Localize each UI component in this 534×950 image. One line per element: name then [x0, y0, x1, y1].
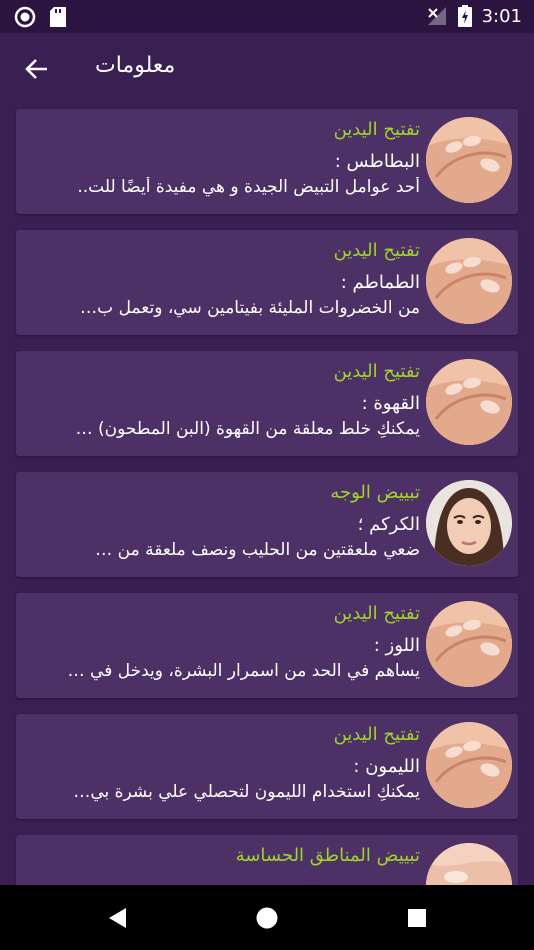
item-category: تفتيح اليدين	[333, 603, 420, 624]
navigation-bar	[0, 885, 534, 950]
hands-image	[426, 722, 512, 808]
recents-square-icon	[408, 909, 426, 927]
item-category: تفتيح اليدين	[333, 361, 420, 382]
hands-image	[426, 601, 512, 687]
item-description: يمكنكِ خلط معلقة من القهوة (البن المطحون…	[75, 419, 420, 439]
item-description: يساهم في الحد من اسمرار البشرة، ويدخل في…	[67, 661, 420, 681]
page-title: معلومات	[95, 53, 176, 78]
circle-notification-icon	[14, 6, 36, 28]
item-text: تبييض الوجه الكركم ؛ ضعي ملعقتين من الحل…	[20, 472, 420, 564]
body-image	[426, 843, 512, 885]
list-item[interactable]: تفتيح اليدين القهوة : يمكنكِ خلط معلقة م…	[16, 351, 518, 456]
item-description: أحد عوامل التبيض الجيدة و هي مفيدة أيضًا…	[77, 177, 420, 197]
item-name	[20, 877, 420, 885]
item-description: يمكنكِ استخدام الليمون لتحصلي علي بشرة ب…	[73, 782, 420, 802]
item-category: تبييض المناطق الحساسة	[235, 845, 420, 866]
home-circle-icon	[256, 907, 278, 929]
list-item[interactable]: تفتيح اليدين اللوز : يساهم في الحد من اس…	[16, 593, 518, 698]
item-category: تفتيح اليدين	[333, 240, 420, 261]
list-item[interactable]: تبييض الوجه الكركم ؛ ضعي ملعقتين من الحل…	[16, 472, 518, 577]
item-text: تفتيح اليدين القهوة : يمكنكِ خلط معلقة م…	[20, 351, 420, 443]
nav-back-button[interactable]	[100, 901, 134, 935]
item-name: البطاطس :	[334, 151, 420, 172]
item-category: تفتيح اليدين	[333, 119, 420, 140]
hands-image	[426, 117, 512, 203]
list-item[interactable]: تفتيح اليدين الليمون : يمكنكِ استخدام ال…	[16, 714, 518, 819]
item-text: تبييض المناطق الحساسة	[20, 835, 420, 885]
back-triangle-icon	[109, 908, 126, 928]
status-right-icons: 3:01	[426, 5, 522, 27]
back-button[interactable]	[18, 51, 54, 87]
sd-card-icon	[50, 7, 66, 27]
item-name: الطماطم :	[340, 272, 420, 293]
item-name: اللوز :	[373, 635, 420, 656]
item-text: تفتيح اليدين اللوز : يساهم في الحد من اس…	[20, 593, 420, 685]
no-signal-icon	[427, 7, 446, 25]
status-left-icons	[14, 6, 66, 28]
nav-home-button[interactable]	[250, 901, 284, 935]
arrow-back-icon	[25, 59, 47, 79]
clock: 3:01	[481, 5, 522, 27]
nav-recents-button[interactable]	[400, 901, 434, 935]
item-category: تبييض الوجه	[330, 482, 420, 503]
list-item[interactable]: تفتيح اليدين البطاطس : أحد عوامل التبيض …	[16, 109, 518, 214]
item-name: الليمون :	[353, 756, 420, 777]
list-item[interactable]: تبييض المناطق الحساسة	[16, 835, 518, 885]
face-image	[426, 480, 512, 566]
hands-image	[426, 238, 512, 324]
item-category: تفتيح اليدين	[333, 724, 420, 745]
item-text: تفتيح اليدين الطماطم : من الخضروات الملي…	[20, 230, 420, 322]
hands-image	[426, 359, 512, 445]
info-list[interactable]: تفتيح اليدين البطاطس : أحد عوامل التبيض …	[0, 103, 534, 885]
item-text: تفتيح اليدين الليمون : يمكنكِ استخدام ال…	[20, 714, 420, 806]
item-name: القهوة :	[361, 393, 420, 414]
item-text: تفتيح اليدين البطاطس : أحد عوامل التبيض …	[20, 109, 420, 201]
status-bar: 3:01	[0, 0, 534, 33]
item-description: ضعي ملعقتين من الحليب ونصف ملعقة من …	[95, 540, 420, 560]
item-description: من الخضروات المليئة بفيتامين سي، وتعمل ب…	[80, 298, 420, 318]
app-bar: معلومات	[0, 33, 534, 103]
battery-charging-icon	[457, 5, 472, 27]
list-item[interactable]: تفتيح اليدين الطماطم : من الخضروات الملي…	[16, 230, 518, 335]
item-name: الكركم ؛	[357, 514, 420, 535]
